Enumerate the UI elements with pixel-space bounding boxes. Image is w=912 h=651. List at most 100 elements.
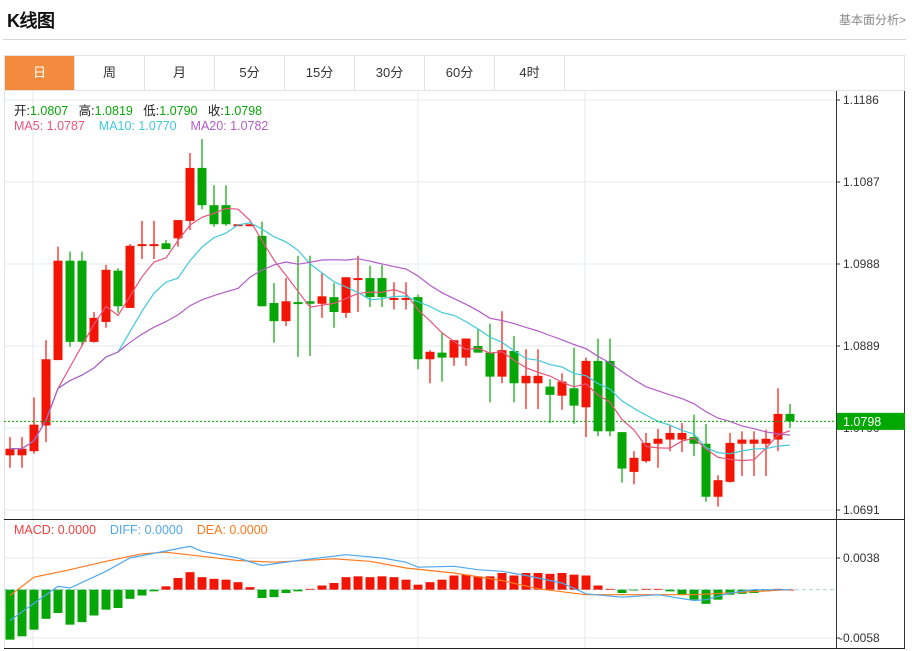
price-axis-label: 1.0889 <box>843 339 880 353</box>
ohlc-legend: 开:1.0807 高:1.0819 低:1.0790 收:1.0798 <box>14 100 262 119</box>
candle-body <box>389 297 399 300</box>
fundamental-analysis-link[interactable]: 基本面分析> <box>839 11 906 28</box>
candle <box>377 264 387 308</box>
candles <box>5 138 795 507</box>
candle <box>749 431 759 477</box>
macd-bar <box>389 577 399 590</box>
candle <box>125 244 135 308</box>
candle-body <box>521 375 531 384</box>
candle-body <box>617 432 627 469</box>
candle-body <box>725 442 735 482</box>
macd-bar <box>317 585 327 590</box>
macd-bar <box>149 589 159 592</box>
macd-bar <box>53 589 63 613</box>
macd-bar <box>377 576 387 590</box>
candle <box>305 255 315 356</box>
candle <box>281 278 291 327</box>
candle-body <box>113 270 123 307</box>
candle-body <box>353 278 363 281</box>
macd-bar <box>665 589 675 592</box>
candle-body <box>5 448 15 456</box>
candle <box>293 255 303 357</box>
macd-bar <box>593 585 603 590</box>
candle-body <box>317 296 327 304</box>
candle-body <box>629 457 639 472</box>
open-label: 开: <box>14 104 30 118</box>
candle <box>581 357 591 438</box>
low-value: 1.0790 <box>159 104 198 118</box>
price-axis-label: 1.1186 <box>843 93 879 107</box>
candle-body <box>293 302 303 305</box>
candle-body <box>485 352 495 377</box>
candle-body <box>605 360 615 432</box>
candle <box>197 138 207 210</box>
dea-value: DEA: 0.0000 <box>196 523 268 537</box>
macd-bar <box>713 589 723 600</box>
macd-bar <box>437 579 447 590</box>
candle-body <box>65 260 75 342</box>
macd-bar <box>461 574 471 590</box>
candle-body <box>509 350 519 384</box>
candle <box>713 475 723 507</box>
candle <box>629 451 639 485</box>
tab-60min[interactable]: 60分 <box>425 56 495 90</box>
macd-bar <box>101 589 111 610</box>
price-axis-label: 1.0988 <box>843 257 880 271</box>
kline-chart[interactable]: 1.1186 1.1087 1.0988 1.0889 1.0790 1.0691 0.00… <box>4 91 905 649</box>
candle <box>773 388 783 452</box>
tab-15min[interactable]: 15分 <box>285 56 355 90</box>
candle-body <box>17 448 27 456</box>
macd-bar <box>401 579 411 590</box>
macd-bar <box>221 579 231 590</box>
candle-body <box>161 243 171 250</box>
candle-body <box>137 244 147 247</box>
header-divider <box>3 39 906 40</box>
macd-bar <box>677 589 687 595</box>
candle-body <box>569 388 579 406</box>
macd-bar <box>449 575 459 590</box>
candle-body <box>533 375 543 384</box>
candle <box>329 283 339 328</box>
candle <box>665 424 675 452</box>
macd-bar <box>89 589 99 616</box>
candle <box>113 268 123 313</box>
candle <box>89 312 99 343</box>
tab-week[interactable]: 周 <box>75 56 145 90</box>
macd-axis-label: 0.0038 <box>843 551 880 565</box>
candle <box>617 432 627 483</box>
dea-line <box>9 551 791 596</box>
candle <box>641 432 651 463</box>
kline-chart-canvas[interactable]: 1.1186 1.1087 1.0988 1.0889 1.0790 1.0691 0.00… <box>4 91 905 649</box>
macd-bar <box>581 575 591 590</box>
candle <box>65 251 75 347</box>
ma10-value: MA10: 1.0770 <box>98 119 177 133</box>
candle <box>317 273 327 318</box>
tab-5min[interactable]: 5分 <box>215 56 285 90</box>
macd-bar <box>77 589 87 623</box>
macd-bar <box>233 582 243 590</box>
candle <box>5 437 15 468</box>
candle <box>161 239 171 250</box>
macd-histogram <box>5 572 795 640</box>
candle <box>461 338 471 366</box>
candle <box>737 431 747 477</box>
candle-body <box>269 302 279 322</box>
tab-month[interactable]: 月 <box>145 56 215 90</box>
candle-body <box>281 301 291 322</box>
candle <box>29 397 39 454</box>
tab-30min[interactable]: 30分 <box>355 56 425 90</box>
candle <box>785 403 795 428</box>
high-label: 高: <box>78 104 95 118</box>
candle-body <box>737 439 747 444</box>
candle-body <box>713 480 723 497</box>
candle-body <box>365 278 375 298</box>
macd-bar <box>329 583 339 590</box>
candle-body <box>53 260 63 361</box>
macd-bar <box>473 576 483 590</box>
candle <box>185 153 195 231</box>
macd-bar <box>269 589 279 598</box>
tab-day[interactable]: 日 <box>5 56 75 90</box>
macd-bar <box>701 589 711 604</box>
candle-body <box>437 352 447 358</box>
tab-4hour[interactable]: 4时 <box>495 56 565 90</box>
